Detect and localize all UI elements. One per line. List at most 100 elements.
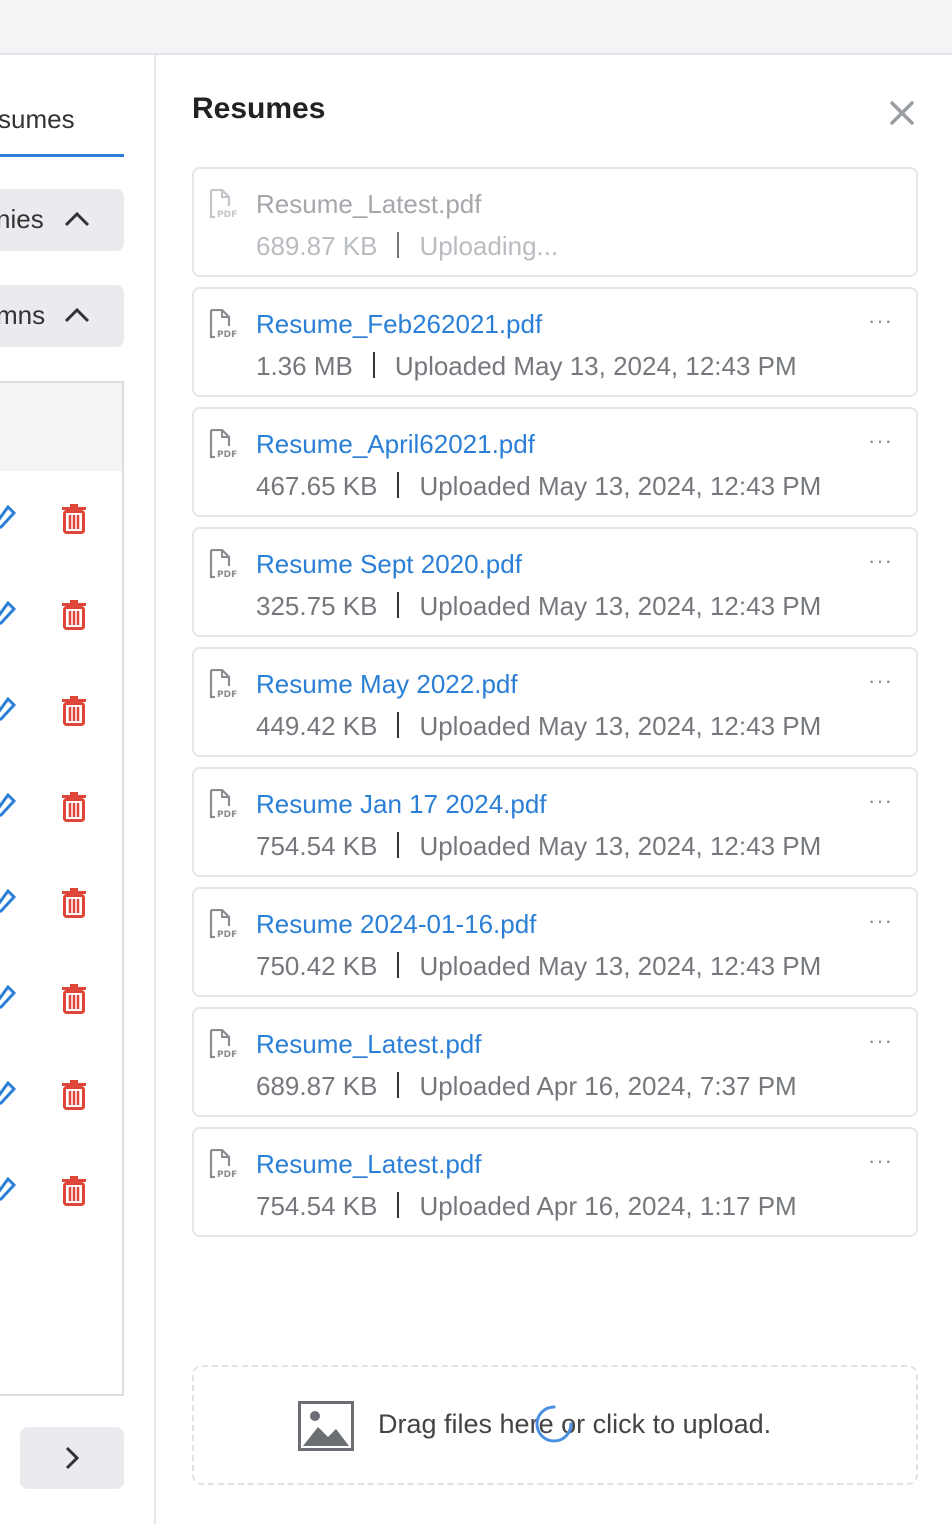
pdf-file-icon: PDF: [209, 1149, 237, 1179]
file-name-link: Resume_Latest.pdf: [256, 189, 482, 219]
delete-icon[interactable]: [60, 695, 88, 727]
delete-icon[interactable]: [60, 1175, 88, 1207]
file-meta: 449.42 KB Uploaded May 13, 2024, 12:43 PM: [256, 711, 821, 742]
delete-icon[interactable]: [60, 503, 88, 535]
file-status: Uploading...: [419, 231, 559, 261]
section-companies-label: nies: [0, 204, 44, 234]
pdf-file-icon: PDF: [209, 669, 237, 699]
more-options-icon[interactable]: ···: [868, 550, 893, 572]
file-name-link[interactable]: Resume_Latest.pdf: [256, 1149, 481, 1180]
table-header: [0, 383, 122, 471]
delete-icon[interactable]: [60, 1079, 88, 1111]
chevron-right-icon: [65, 1446, 80, 1470]
file-size: 750.42 KB: [256, 951, 378, 981]
more-options-icon[interactable]: ···: [868, 1150, 893, 1172]
dropzone-text: Drag files here or click to upload.: [378, 1409, 772, 1439]
file-name-link[interactable]: Resume_Latest.pdf: [256, 1029, 481, 1060]
file-meta: 750.42 KB Uploaded May 13, 2024, 12:43 PM: [256, 951, 821, 982]
delete-icon[interactable]: [60, 887, 88, 919]
delete-icon[interactable]: [60, 599, 88, 631]
edit-icon[interactable]: [0, 1177, 16, 1203]
edit-icon[interactable]: [0, 601, 16, 627]
meta-separator: [397, 232, 400, 259]
file-meta: 754.54 KB Uploaded Apr 16, 2024, 1:17 PM: [256, 1191, 797, 1222]
meta-separator: [397, 952, 400, 979]
file-name-link[interactable]: Resume May 2022.pdf: [256, 669, 518, 700]
delete-icon[interactable]: [60, 983, 88, 1015]
file-card: PDF Resume Jan 17 2024.pdf 754.54 KB Upload…: [192, 767, 918, 877]
more-options-icon[interactable]: ···: [868, 1030, 893, 1052]
svg-text:PDF: PDF: [217, 330, 237, 339]
file-card: PDF Resume_Latest.pdf 754.54 KB Uploaded Ap…: [192, 1127, 918, 1237]
file-name-link[interactable]: Resume 2024-01-16.pdf: [256, 909, 536, 940]
file-meta: 1.36 MB Uploaded May 13, 2024, 12:43 PM: [256, 351, 797, 382]
section-companies-toggle[interactable]: nies: [0, 189, 124, 251]
file-name-link[interactable]: Resume Sept 2020.pdf: [256, 549, 522, 580]
edit-icon[interactable]: [0, 505, 16, 531]
edit-icon[interactable]: [0, 1081, 16, 1107]
table-row-actions: [0, 1171, 124, 1211]
meta-separator: [397, 1192, 400, 1219]
file-size: 467.65 KB: [256, 471, 378, 501]
more-options-icon[interactable]: ···: [868, 670, 893, 692]
section-columns-toggle[interactable]: mns: [0, 285, 124, 347]
table-row-actions: [0, 499, 124, 539]
file-status: Uploaded May 13, 2024, 12:43 PM: [394, 351, 797, 381]
table-row-actions: [0, 691, 124, 731]
file-size: 754.54 KB: [256, 831, 378, 861]
image-icon: [298, 1401, 354, 1451]
svg-text:PDF: PDF: [217, 930, 237, 939]
upload-dropzone[interactable]: Drag files here or click to upload.: [192, 1365, 918, 1485]
svg-text:PDF: PDF: [217, 690, 237, 699]
table-row-actions: [0, 979, 124, 1019]
edit-icon[interactable]: [0, 985, 16, 1011]
pdf-file-icon: PDF: [209, 789, 237, 819]
more-options-icon[interactable]: ···: [868, 430, 893, 452]
chevron-up-icon: [64, 211, 90, 227]
file-size: 689.87 KB: [256, 1071, 378, 1101]
more-options-icon[interactable]: ···: [868, 790, 893, 812]
table-row-actions: [0, 595, 124, 635]
edit-icon[interactable]: [0, 889, 16, 915]
edit-icon[interactable]: [0, 793, 16, 819]
svg-text:PDF: PDF: [217, 1170, 237, 1179]
delete-icon[interactable]: [60, 791, 88, 823]
file-status: Uploaded Apr 16, 2024, 7:37 PM: [419, 1071, 797, 1101]
next-page-button[interactable]: [20, 1427, 124, 1489]
file-meta: 754.54 KB Uploaded May 13, 2024, 12:43 PM: [256, 831, 821, 862]
file-card: PDF Resume_Feb262021.pdf 1.36 MB Uploaded M…: [192, 287, 918, 397]
tab-resumes[interactable]: sumes: [0, 104, 75, 135]
meta-separator: [372, 352, 375, 379]
file-status: Uploaded May 13, 2024, 12:43 PM: [419, 951, 822, 981]
resumes-drawer: Resumes PDF Resume_Latest.pdf 689.87 KB Upl…: [156, 55, 952, 1524]
meta-separator: [397, 1072, 400, 1099]
file-name-link[interactable]: Resume Jan 17 2024.pdf: [256, 789, 547, 820]
file-size: 325.75 KB: [256, 591, 378, 621]
table-row-actions: [0, 1075, 124, 1115]
more-options-icon[interactable]: ···: [868, 310, 893, 332]
file-status: Uploaded May 13, 2024, 12:43 PM: [419, 591, 822, 621]
meta-separator: [397, 472, 400, 499]
file-status: Uploaded May 13, 2024, 12:43 PM: [419, 471, 822, 501]
file-status: Uploaded May 13, 2024, 12:43 PM: [419, 711, 822, 741]
close-icon[interactable]: [886, 97, 918, 129]
file-size: 449.42 KB: [256, 711, 378, 741]
file-card: PDF Resume_April62021.pdf 467.65 KB Uploade…: [192, 407, 918, 517]
meta-separator: [397, 832, 400, 859]
file-name-link[interactable]: Resume_April62021.pdf: [256, 429, 535, 460]
svg-text:PDF: PDF: [217, 810, 237, 819]
drawer-title: Resumes: [192, 92, 326, 125]
active-tab-underline: [0, 154, 124, 157]
pdf-file-icon: PDF: [209, 429, 237, 459]
table-row-actions: [0, 883, 124, 923]
meta-separator: [397, 592, 400, 619]
meta-separator: [397, 712, 400, 739]
pdf-file-icon: PDF: [209, 309, 237, 339]
edit-icon[interactable]: [0, 697, 16, 723]
more-options-icon[interactable]: ···: [868, 910, 893, 932]
file-status: Uploaded May 13, 2024, 12:43 PM: [419, 831, 822, 861]
pdf-file-icon: PDF: [209, 909, 237, 939]
table-row-actions: [0, 787, 124, 827]
file-name-link[interactable]: Resume_Feb262021.pdf: [256, 309, 542, 340]
svg-text:PDF: PDF: [217, 570, 237, 579]
